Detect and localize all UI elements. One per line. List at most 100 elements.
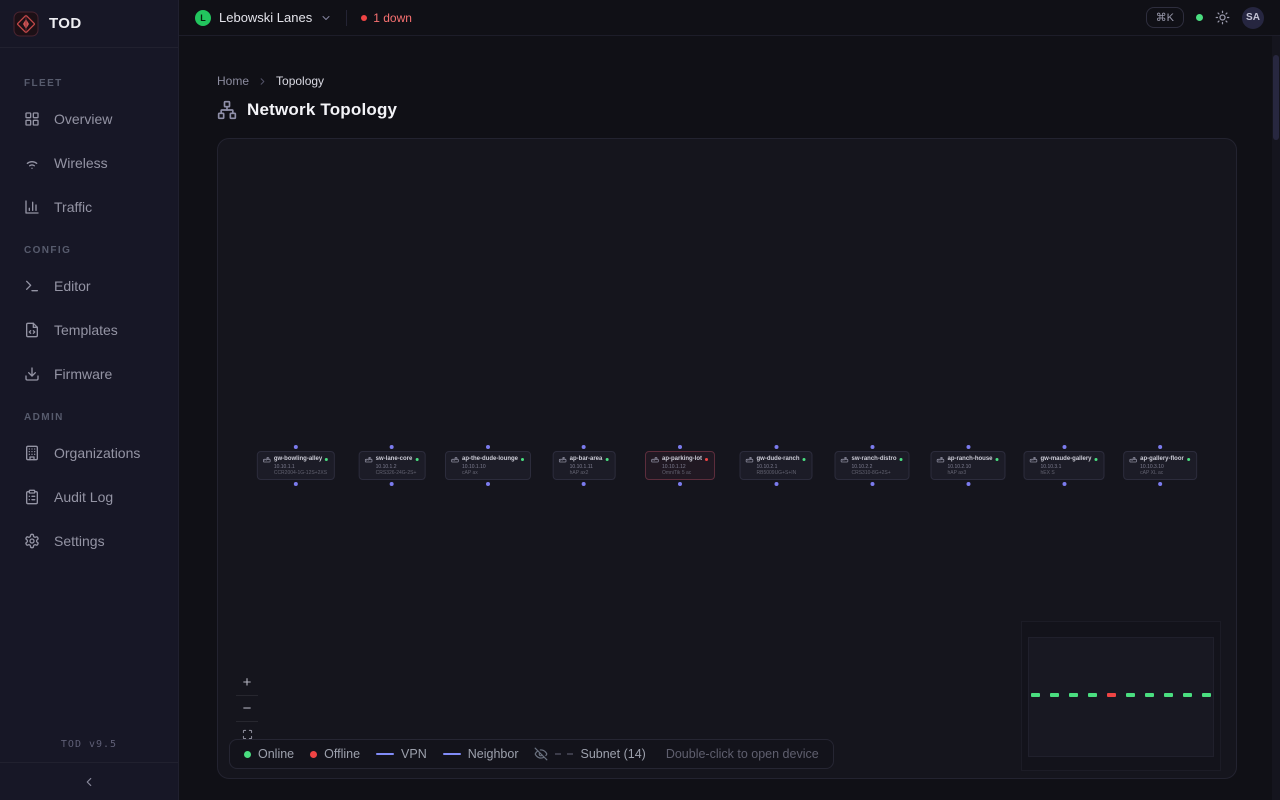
scrollbar-track[interactable] [1272, 36, 1280, 800]
device-status-dot [521, 458, 524, 461]
router-icon [1129, 455, 1137, 463]
port-dot-icon [1158, 482, 1162, 486]
app-name: TOD [49, 15, 82, 32]
sidebar-item-wireless[interactable]: Wireless [0, 141, 178, 185]
sidebar-item-label: Wireless [54, 155, 108, 171]
device-status-dot [605, 458, 608, 461]
minimap-node [1050, 693, 1059, 697]
port-dot-icon [390, 482, 394, 486]
sidebar-item-label: Audit Log [54, 489, 113, 505]
org-switcher[interactable]: L Lebowski Lanes [195, 10, 332, 26]
subnet-visibility-toggle[interactable] [534, 747, 548, 761]
port-dot-icon [966, 482, 970, 486]
terminal-icon [24, 278, 40, 294]
sidebar-item-overview[interactable]: Overview [0, 97, 178, 141]
chevron-left-icon [82, 775, 96, 789]
logo-row[interactable]: TOD [0, 0, 178, 48]
port-dot-icon [678, 482, 682, 486]
device-header: gw-maude-gallery [1029, 455, 1097, 463]
sidebar-item-label: Settings [54, 533, 105, 549]
grid-icon [24, 111, 40, 127]
minimap[interactable] [1021, 621, 1221, 771]
port-dot-icon [1062, 445, 1066, 449]
sidebar-collapse-button[interactable] [0, 762, 178, 800]
device-header: gw-bowling-alley [263, 455, 328, 463]
gear-icon [24, 533, 40, 549]
topology-canvas[interactable]: + − Online Offline VPN [217, 138, 1237, 779]
device-model: hEX S [1040, 470, 1097, 476]
sidebar-item-firmware[interactable]: Firmware [0, 352, 178, 396]
theme-toggle-button[interactable] [1215, 10, 1230, 25]
minimap-node [1031, 693, 1040, 697]
router-icon [746, 455, 754, 463]
page-content: Home Topology Network Topology + − [179, 36, 1280, 779]
legend-vpn: VPN [376, 747, 427, 761]
nav-section-label: FLEET [0, 62, 178, 97]
eye-off-icon [534, 747, 548, 761]
device-node[interactable]: ap-the-dude-lounge10.10.1.10cAP ax [445, 451, 531, 480]
device-model: CCR2004-1G-12S+2XS [274, 470, 328, 476]
subnet-line-icon [555, 753, 573, 755]
zoom-in-button[interactable]: + [236, 669, 258, 695]
sidebar-item-settings[interactable]: Settings [0, 519, 178, 563]
app-version: TOD v9.5 [0, 739, 178, 762]
router-icon [1029, 455, 1037, 463]
page-title: Network Topology [247, 100, 397, 120]
sidebar-footer: TOD v9.5 [0, 739, 178, 800]
device-name: sw-ranch-distro [851, 456, 896, 462]
legend-neighbor-label: Neighbor [468, 747, 519, 761]
zoom-out-button[interactable]: − [236, 695, 258, 721]
bar-chart-icon [24, 199, 40, 215]
device-status-dot [325, 458, 328, 461]
command-palette-button[interactable]: ⌘K [1146, 7, 1184, 28]
offline-dot-icon [361, 15, 367, 21]
legend-offline-label: Offline [324, 747, 360, 761]
device-model: CRS326-24G-2S+ [376, 470, 419, 476]
title-row: Network Topology [217, 100, 1237, 120]
minimap-node [1145, 693, 1154, 697]
vpn-line-icon [376, 753, 394, 755]
breadcrumb-home-link[interactable]: Home [217, 74, 249, 88]
device-node[interactable]: sw-ranch-distro10.10.2.2CRS310-8G+2S+ [834, 451, 909, 480]
legend-vpn-label: VPN [401, 747, 427, 761]
legend-subnet: Subnet (14) [534, 747, 645, 761]
device-node[interactable]: ap-ranch-house10.10.2.10hAP ax3 [930, 451, 1005, 480]
sidebar-item-editor[interactable]: Editor [0, 264, 178, 308]
device-header: ap-bar-area [559, 455, 609, 463]
legend-neighbor: Neighbor [443, 747, 519, 761]
device-node[interactable]: gw-bowling-alley10.10.1.1CCR2004-1G-12S+… [257, 451, 335, 480]
device-header: ap-the-dude-lounge [451, 455, 524, 463]
sidebar-item-audit-log[interactable]: Audit Log [0, 475, 178, 519]
scrollbar-thumb[interactable] [1273, 55, 1279, 140]
port-dot-icon [1158, 445, 1162, 449]
port-dot-icon [390, 445, 394, 449]
device-node[interactable]: sw-lane-core10.10.1.2CRS326-24G-2S+ [359, 451, 426, 480]
sidebar-item-label: Organizations [54, 445, 140, 461]
port-dot-icon [294, 445, 298, 449]
device-model: CRS310-8G+2S+ [851, 470, 902, 476]
device-node[interactable]: gw-dude-ranch10.10.2.1RB5009UG+S+IN [740, 451, 813, 480]
device-node[interactable]: gw-maude-gallery10.10.3.1hEX S [1023, 451, 1104, 480]
minimap-node [1107, 693, 1116, 697]
wifi-icon [24, 155, 40, 171]
device-model: hAP ax2 [570, 470, 609, 476]
device-name: ap-gallery-floor [1140, 456, 1184, 462]
download-icon [24, 366, 40, 382]
device-model: RB5009UG+S+IN [757, 470, 806, 476]
down-status-badge[interactable]: 1 down [361, 11, 412, 25]
device-node[interactable]: ap-gallery-floor10.10.3.10cAP XL ac [1123, 451, 1197, 480]
port-dot-icon [966, 445, 970, 449]
device-node[interactable]: ap-parking-lot10.10.1.12OmniTik 5 ac [645, 451, 715, 480]
user-avatar[interactable]: SA [1242, 7, 1264, 29]
device-status-dot [900, 458, 903, 461]
sidebar-item-organizations[interactable]: Organizations [0, 431, 178, 475]
sidebar-item-templates[interactable]: Templates [0, 308, 178, 352]
neighbor-line-icon [443, 753, 461, 755]
port-dot-icon [870, 482, 874, 486]
router-icon [559, 455, 567, 463]
sidebar-item-traffic[interactable]: Traffic [0, 185, 178, 229]
router-icon [263, 455, 271, 463]
device-node[interactable]: ap-bar-area10.10.1.11hAP ax2 [553, 451, 616, 480]
app-logo-icon [13, 11, 39, 37]
legend-online-label: Online [258, 747, 294, 761]
